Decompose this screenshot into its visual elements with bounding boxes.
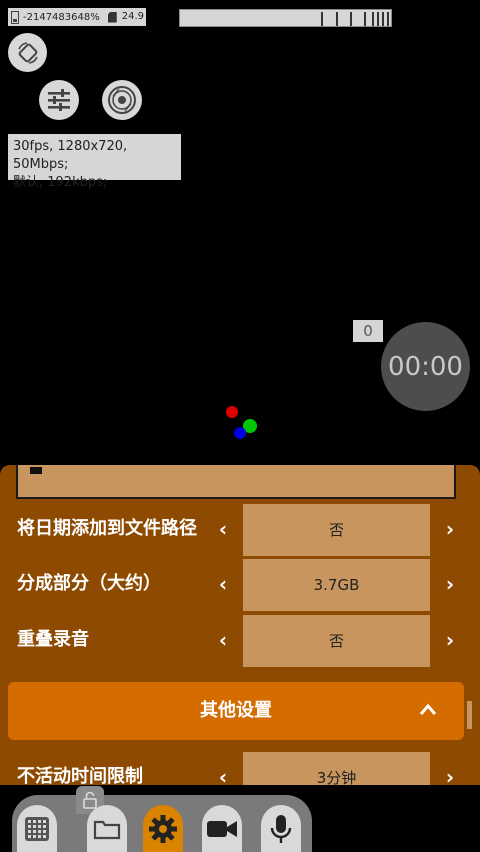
clip-counter: 0 — [353, 320, 383, 342]
setting-value[interactable]: 3.7GB — [243, 559, 430, 611]
free-storage-text: -2147483648% — [23, 11, 100, 23]
level-tick — [364, 12, 366, 26]
rotate-button[interactable] — [8, 33, 47, 72]
setting-label: 分成部分（大约） — [17, 573, 161, 594]
chevron-right-icon[interactable]: › — [440, 502, 460, 556]
video-camera-icon — [207, 820, 237, 837]
chevron-right-icon[interactable]: › — [440, 557, 460, 611]
level-tick — [321, 12, 323, 26]
setting-row-overlap-recording: 重叠录音 ‹ 否 › — [0, 613, 480, 667]
storage-status: -2147483648% 24.9 — [8, 8, 146, 26]
partial-input-field[interactable] — [16, 465, 456, 499]
lens-icon — [108, 86, 136, 114]
setting-label: 不活动时间限制 — [17, 766, 143, 785]
settings-button[interactable] — [39, 80, 79, 120]
microphone-icon — [270, 814, 292, 843]
other-settings-header[interactable]: 其他设置 — [8, 682, 464, 740]
battery-icon — [11, 10, 19, 24]
setting-value[interactable]: 3分钟 — [243, 752, 430, 785]
setting-value[interactable]: 否 — [243, 504, 430, 556]
setting-row-split-size: 分成部分（大约） ‹ 3.7GB › — [0, 557, 480, 611]
red-indicator-dot — [226, 406, 238, 418]
record-timer-button[interactable]: 00:00 — [381, 322, 470, 411]
setting-value[interactable]: 否 — [243, 615, 430, 667]
sliders-icon — [48, 89, 70, 111]
blue-indicator-dot — [234, 427, 246, 439]
audio-level-meter — [179, 9, 392, 27]
level-tick — [387, 12, 389, 26]
tab-settings[interactable] — [143, 805, 183, 852]
section-title: 其他设置 — [200, 700, 272, 721]
chevron-right-icon[interactable]: › — [440, 750, 460, 785]
focus-button[interactable] — [102, 80, 142, 120]
audio-info-line: 默认, 192kbps; — [13, 175, 108, 190]
chevron-left-icon[interactable]: ‹ — [213, 557, 233, 611]
level-tick — [382, 12, 384, 26]
chevron-right-icon[interactable]: › — [440, 613, 460, 667]
rotate-icon — [17, 41, 38, 64]
level-tick — [336, 12, 338, 26]
scrollbar-thumb[interactable] — [467, 701, 472, 729]
chevron-up-icon — [419, 703, 437, 715]
chevron-left-icon[interactable]: ‹ — [213, 502, 233, 556]
setting-label: 将日期添加到文件路径 — [17, 518, 197, 539]
setting-row-date-path: 将日期添加到文件路径 ‹ 否 › — [0, 502, 480, 556]
settings-panel: 将日期添加到文件路径 ‹ 否 › 分成部分（大约） ‹ 3.7GB › 重叠录音… — [0, 465, 480, 785]
level-tick — [377, 12, 379, 26]
folder-icon — [93, 820, 121, 839]
level-tick — [350, 12, 352, 26]
video-settings-info: 30fps, 1280x720, 50Mbps; 默认, 192kbps; — [8, 134, 181, 190]
tab-folder[interactable] — [87, 805, 127, 852]
tab-video[interactable] — [202, 805, 242, 852]
gear-icon — [149, 814, 177, 843]
sd-card-icon — [107, 11, 117, 23]
setting-row-inactivity-limit: 不活动时间限制 ‹ 3分钟 › — [0, 750, 480, 785]
grid-icon — [25, 816, 49, 841]
chevron-left-icon[interactable]: ‹ — [213, 613, 233, 667]
video-info-line: 30fps, 1280x720, 50Mbps; — [13, 139, 128, 172]
setting-label: 重叠录音 — [17, 629, 89, 650]
tab-audio[interactable] — [261, 805, 301, 852]
tab-grid[interactable] — [17, 805, 57, 852]
chevron-left-icon[interactable]: ‹ — [213, 750, 233, 785]
level-tick — [372, 12, 374, 26]
storage-value: 24.9 — [121, 11, 144, 22]
